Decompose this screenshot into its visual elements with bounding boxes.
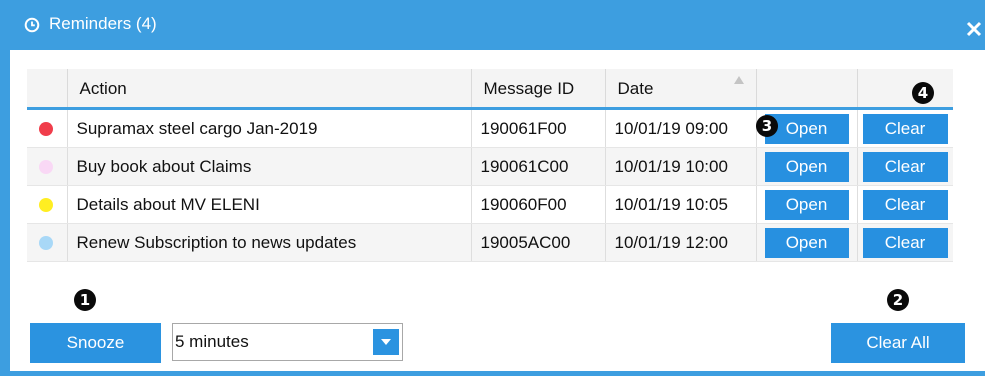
open-cell: Open <box>755 223 857 262</box>
clear-cell: Clear <box>856 185 953 224</box>
snooze-duration-select[interactable]: 5 minutes <box>172 323 403 361</box>
action-cell: Renew Subscription to news updates <box>66 223 471 262</box>
open-cell: Open <box>755 147 857 186</box>
open-button[interactable]: Open <box>764 190 849 220</box>
action-text: Details about MV ELENI <box>76 195 260 214</box>
column-header-label: Message ID <box>483 79 575 98</box>
dropdown-toggle[interactable] <box>373 329 399 355</box>
dialog-titlebar: Reminders (4) <box>0 0 985 50</box>
message-id-cell: 190061F00 <box>470 108 605 148</box>
color-cell <box>27 108 67 148</box>
column-header-color <box>27 69 67 110</box>
color-indicator <box>39 122 53 136</box>
reminders-dialog: Reminders (4) Action Message ID Date Sup… <box>0 0 985 376</box>
clock-icon <box>24 17 40 33</box>
action-text: Renew Subscription to news updates <box>76 233 357 252</box>
date-text: 10/01/19 10:00 <box>614 157 728 176</box>
action-text: Supramax steel cargo Jan-2019 <box>76 119 318 138</box>
clear-button[interactable]: Clear <box>862 152 948 182</box>
message-id-text: 190060F00 <box>480 195 567 214</box>
column-header-date[interactable]: Date <box>604 69 756 110</box>
open-button[interactable]: Open <box>764 228 849 258</box>
reminders-table: Action Message ID Date Supramax steel ca… <box>27 69 953 262</box>
column-header-label: Action <box>79 79 127 98</box>
message-id-cell: 19005AC00 <box>470 223 605 262</box>
action-cell: Buy book about Claims <box>66 147 471 186</box>
callout-marker-1: 1 <box>74 289 96 311</box>
column-header-label: Date <box>617 79 654 98</box>
table-row: Buy book about Claims 190061C00 10/01/19… <box>27 147 953 186</box>
color-indicator <box>39 160 53 174</box>
message-id-text: 190061F00 <box>480 119 567 138</box>
color-cell <box>27 223 67 262</box>
callout-marker-4: 4 <box>912 82 934 104</box>
date-cell: 10/01/19 09:00 <box>604 108 756 148</box>
column-header-message-id[interactable]: Message ID <box>470 69 605 110</box>
chevron-down-icon <box>381 339 391 345</box>
date-cell: 10/01/19 10:05 <box>604 185 756 224</box>
date-cell: 10/01/19 10:00 <box>604 147 756 186</box>
column-header-open <box>755 69 857 110</box>
dialog-border-left <box>0 50 10 376</box>
column-header-clear <box>856 69 953 110</box>
message-id-cell: 190061C00 <box>470 147 605 186</box>
clear-all-button[interactable]: Clear All <box>831 323 965 363</box>
clear-button[interactable]: Clear <box>862 114 948 144</box>
clear-button[interactable]: Clear <box>862 228 948 258</box>
close-icon[interactable] <box>965 20 983 38</box>
callout-marker-2: 2 <box>887 289 909 311</box>
message-id-text: 190061C00 <box>480 157 569 176</box>
color-indicator <box>39 236 53 250</box>
clear-cell: Clear <box>856 147 953 186</box>
snooze-button[interactable]: Snooze <box>30 323 161 363</box>
clear-cell: Clear <box>856 108 953 148</box>
date-text: 10/01/19 12:00 <box>614 233 728 252</box>
table-row: Details about MV ELENI 190060F00 10/01/1… <box>27 185 953 224</box>
action-cell: Details about MV ELENI <box>66 185 471 224</box>
date-text: 10/01/19 10:05 <box>614 195 728 214</box>
table-row: Supramax steel cargo Jan-2019 190061F00 … <box>27 108 953 148</box>
message-id-text: 19005AC00 <box>480 233 571 252</box>
column-header-action[interactable]: Action <box>66 69 471 110</box>
message-id-cell: 190060F00 <box>470 185 605 224</box>
action-text: Buy book about Claims <box>76 157 252 176</box>
open-cell: Open <box>755 185 857 224</box>
clear-button[interactable]: Clear <box>862 190 948 220</box>
dialog-border-bottom <box>0 371 985 376</box>
sort-ascending-icon[interactable] <box>733 76 744 84</box>
open-button[interactable]: Open <box>764 152 849 182</box>
action-cell: Supramax steel cargo Jan-2019 <box>66 108 471 148</box>
dialog-title: Reminders (4) <box>49 14 157 33</box>
clear-cell: Clear <box>856 223 953 262</box>
date-cell: 10/01/19 12:00 <box>604 223 756 262</box>
table-header-row: Action Message ID Date <box>27 69 953 110</box>
color-indicator <box>39 198 53 212</box>
callout-marker-3: 3 <box>756 115 778 137</box>
date-text: 10/01/19 09:00 <box>614 119 728 138</box>
color-cell <box>27 185 67 224</box>
snooze-duration-value: 5 minutes <box>175 332 249 351</box>
color-cell <box>27 147 67 186</box>
table-row: Renew Subscription to news updates 19005… <box>27 223 953 262</box>
